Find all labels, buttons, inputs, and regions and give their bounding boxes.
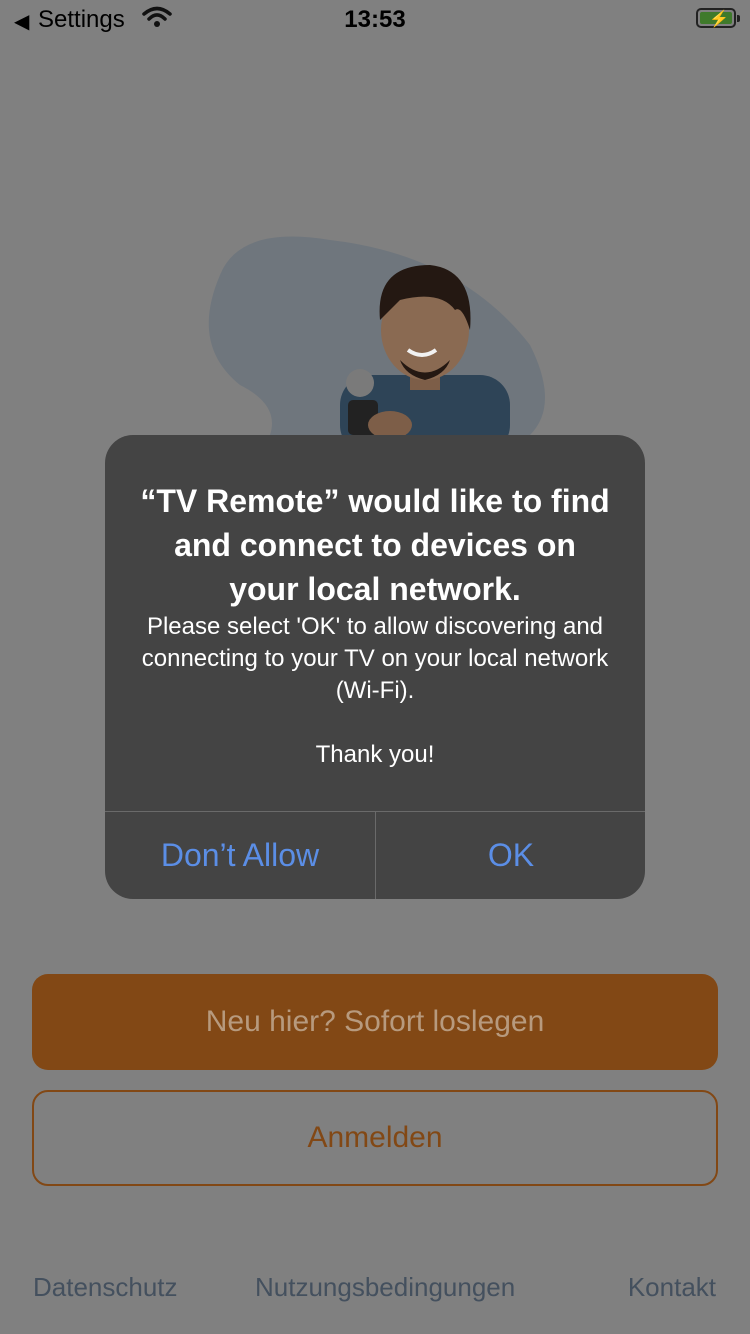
person-with-phone-illustration	[208, 236, 545, 435]
terms-link[interactable]: Nutzungsbedingungen	[255, 1272, 515, 1303]
login-button[interactable]: Anmelden	[32, 1090, 718, 1186]
ok-button[interactable]: OK	[376, 812, 645, 899]
status-bar: ◀ Settings 13:53 ⚡	[0, 0, 750, 40]
privacy-link[interactable]: Datenschutz	[33, 1272, 178, 1303]
battery-charging-icon: ⚡	[696, 8, 740, 28]
dialog-message: Please select 'OK' to allow discovering …	[141, 613, 609, 768]
get-started-button[interactable]: Neu hier? Sofort loslegen	[32, 974, 718, 1070]
contact-link[interactable]: Kontakt	[628, 1272, 716, 1303]
status-time: 13:53	[344, 6, 406, 33]
dont-allow-button[interactable]: Don’t Allow	[105, 812, 375, 899]
dialog-title: “TV Remote” would like to find and conne…	[140, 483, 610, 607]
local-network-permission-dialog: “TV Remote” would like to find and conne…	[105, 435, 645, 899]
